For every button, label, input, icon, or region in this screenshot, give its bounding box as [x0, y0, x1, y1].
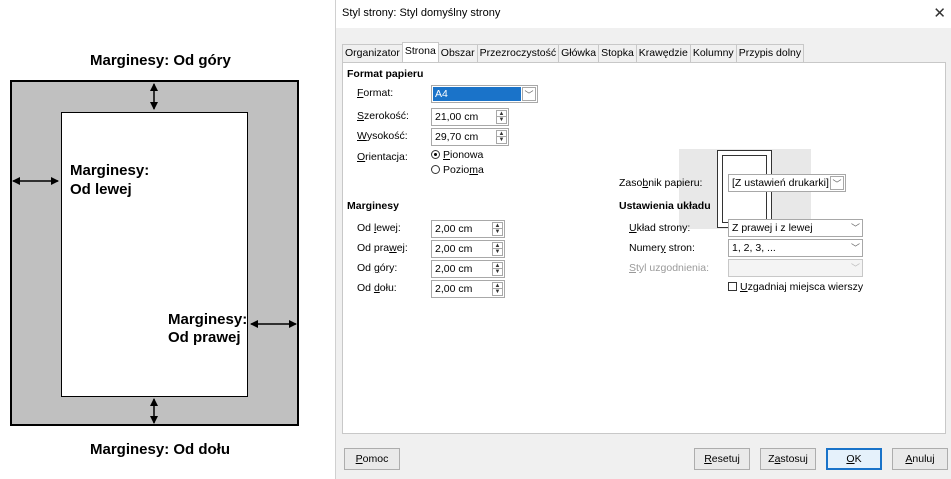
- margin-right-spin-buttons[interactable]: ▲ ▼: [492, 242, 503, 256]
- chevron-down-icon: ﹀: [522, 87, 536, 101]
- page-layout-label: Układ strony:: [629, 222, 691, 234]
- page-style-dialog: Styl strony: Styl domyślny strony ✕ Orga…: [335, 0, 951, 479]
- spin-down-icon: ▼: [494, 249, 501, 255]
- margin-left-label: Od lewej:: [357, 222, 401, 234]
- ok-button[interactable]: OK: [826, 448, 882, 470]
- page-layout-value: Z prawej i z lewej: [732, 222, 813, 234]
- apply-button[interactable]: Zastosuj: [760, 448, 816, 470]
- chevron-down-icon: ﹀: [850, 223, 860, 233]
- margin-top-spinner[interactable]: 2,00 cm ▲ ▼: [431, 260, 505, 278]
- width-spin-buttons[interactable]: ▲ ▼: [496, 110, 507, 124]
- numbering-label: Numery stron:: [629, 242, 695, 254]
- margin-right-spinner[interactable]: 2,00 cm ▲ ▼: [431, 240, 505, 258]
- tab-bar: Organizator Strona Obszar Przezroczystoś…: [342, 42, 805, 63]
- spin-down-icon: ▼: [498, 137, 505, 143]
- tab-area[interactable]: Obszar: [437, 44, 478, 62]
- height-spin-buttons[interactable]: ▲ ▼: [496, 130, 507, 144]
- layout-heading: Ustawienia układu: [619, 200, 711, 212]
- tab-page[interactable]: Strona: [401, 42, 439, 62]
- margins-diagram: Marginesy: Od góry Marginesy: Od lewej M…: [0, 0, 320, 479]
- tab-borders[interactable]: Krawędzie: [635, 44, 691, 62]
- format-value: A4: [433, 87, 521, 101]
- margin-left-spin-buttons[interactable]: ▲ ▼: [492, 222, 503, 236]
- tab-footnote[interactable]: Przypis dolny: [735, 44, 805, 62]
- margin-top-value: 2,00 cm: [435, 263, 473, 275]
- landscape-radio[interactable]: Pozioma: [431, 164, 484, 176]
- radio-selected-icon: [431, 150, 440, 159]
- dialog-titlebar: Styl strony: Styl domyślny strony ✕: [336, 0, 951, 28]
- register-true-checkbox[interactable]: Uzgadniaj miejsca wierszy: [728, 281, 863, 293]
- margin-right-label: Od prawej:: [357, 242, 408, 254]
- tray-value: [Z ustawień drukarki]: [732, 177, 829, 189]
- tab-columns[interactable]: Kolumny: [689, 44, 737, 62]
- margin-bottom-spinner[interactable]: 2,00 cm ▲ ▼: [431, 280, 505, 298]
- reset-button[interactable]: Resetuj: [694, 448, 750, 470]
- portrait-radio[interactable]: Pionowa: [431, 149, 483, 161]
- spin-down-icon: ▼: [494, 289, 501, 295]
- margin-left-value: 2,00 cm: [435, 223, 473, 235]
- dialog-title: Styl strony: Styl domyślny strony: [342, 7, 501, 19]
- close-icon[interactable]: ✕: [933, 4, 946, 22]
- reference-style-select[interactable]: ﹀: [728, 259, 863, 277]
- spin-down-icon: ▼: [498, 117, 505, 123]
- margin-arrows: [12, 83, 297, 424]
- chevron-down-icon: ﹀: [830, 176, 844, 190]
- tab-transparency[interactable]: Przezroczystość: [476, 44, 560, 62]
- chevron-down-icon: ﹀: [850, 243, 860, 253]
- height-spinner[interactable]: 29,70 cm ▲ ▼: [431, 128, 509, 146]
- page-layout-select[interactable]: Z prawej i z lewej ﹀: [728, 219, 863, 237]
- checkbox-icon: [728, 282, 737, 291]
- margin-left-spinner[interactable]: 2,00 cm ▲ ▼: [431, 220, 505, 238]
- margin-top-label: Od góry:: [357, 262, 398, 274]
- margin-bottom-label: Od dołu:: [357, 282, 397, 294]
- paper-format-heading: Format papieru: [347, 68, 424, 80]
- width-label: Szerokość:: [357, 110, 409, 122]
- tray-select[interactable]: [Z ustawień drukarki] ﹀: [728, 174, 846, 192]
- width-value: 21,00 cm: [435, 111, 479, 123]
- tab-header[interactable]: Główka: [558, 44, 600, 62]
- page-tab-panel: Format papieru Format: A4 ﹀ Szerokość: 2…: [342, 62, 946, 434]
- radio-icon: [431, 165, 440, 174]
- numbering-value: 1, 2, 3, ...: [732, 242, 776, 254]
- height-value: 29,70 cm: [435, 131, 479, 143]
- tray-label: Zasobnik papieru:: [619, 177, 703, 189]
- margin-bottom-spin-buttons[interactable]: ▲ ▼: [492, 282, 503, 296]
- numbering-select[interactable]: 1, 2, 3, ... ﹀: [728, 239, 863, 257]
- tab-organizer[interactable]: Organizator: [342, 44, 403, 62]
- margin-right-value: 2,00 cm: [435, 243, 473, 255]
- spin-down-icon: ▼: [494, 229, 501, 235]
- help-button[interactable]: Pomoc: [344, 448, 400, 470]
- spin-down-icon: ▼: [494, 269, 501, 275]
- margin-top-spin-buttons[interactable]: ▲ ▼: [492, 262, 503, 276]
- margin-bottom-value: 2,00 cm: [435, 283, 473, 295]
- orientation-label: Orientacja:: [357, 151, 408, 163]
- width-spinner[interactable]: 21,00 cm ▲ ▼: [431, 108, 509, 126]
- reference-style-label: Styl uzgodnienia:: [629, 262, 709, 274]
- chevron-down-icon: ﹀: [850, 263, 860, 273]
- format-select[interactable]: A4 ﹀: [431, 85, 538, 103]
- cancel-button[interactable]: Anuluj: [892, 448, 948, 470]
- height-label: Wysokość:: [357, 130, 408, 142]
- tab-footer[interactable]: Stopka: [598, 44, 637, 62]
- format-label: Format:: [357, 87, 394, 99]
- margins-heading: Marginesy: [347, 200, 399, 212]
